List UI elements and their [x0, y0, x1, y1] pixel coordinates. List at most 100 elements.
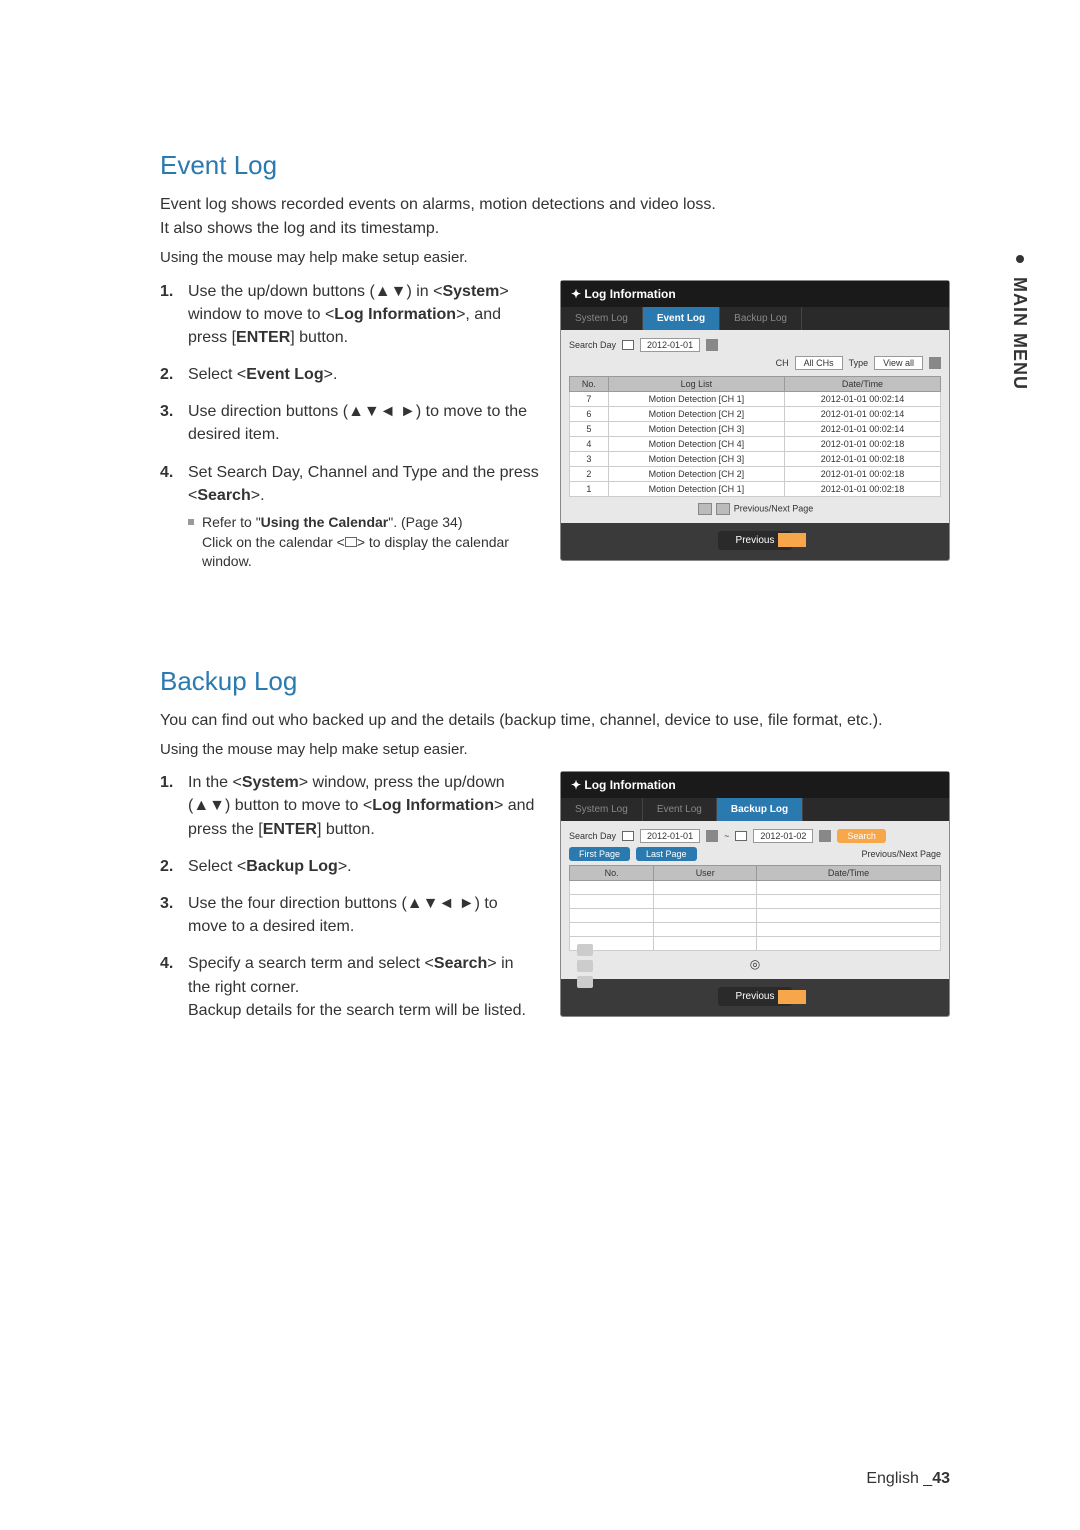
event-log-steps: 1. Use the up/down buttons (▲▼) in <Syst… — [160, 280, 540, 572]
type-label: Type — [849, 358, 869, 368]
step-text: Set Search Day, Channel and Type and the… — [188, 461, 540, 572]
backup-log-screenshot: ✦ Log Information System Log Event Log B… — [560, 771, 950, 1017]
list-item: 4. Set Search Day, Channel and Type and … — [160, 461, 540, 572]
calendar-icon[interactable] — [622, 831, 634, 841]
device-icon — [577, 944, 593, 956]
backup-log-table: No. User Date/Time — [569, 865, 941, 951]
pager-label: Previous/Next Page — [861, 849, 941, 859]
list-item: 1. Use the up/down buttons (▲▼) in <Syst… — [160, 280, 540, 350]
pager-label: Previous/Next Page — [734, 503, 814, 513]
window-title: ✦ Log Information — [561, 772, 949, 798]
tabs: System Log Event Log Backup Log — [561, 307, 949, 330]
step-text: Use direction buttons (▲▼◄ ►) to move to… — [188, 400, 540, 446]
event-log-hint: Using the mouse may help make setup easi… — [160, 247, 950, 270]
footer-lang: English — [866, 1470, 918, 1487]
table-row — [570, 937, 941, 951]
table-row — [570, 909, 941, 923]
tab-backup-log[interactable]: Backup Log — [720, 307, 802, 330]
tab-system-log[interactable]: System Log — [561, 798, 643, 821]
window-title: ✦ Log Information — [561, 281, 949, 307]
range-dash: ~ — [724, 831, 729, 841]
list-item: 2. Select <Backup Log>. — [160, 855, 540, 878]
step-num: 2. — [160, 363, 180, 386]
tab-event-log[interactable]: Event Log — [643, 798, 717, 821]
list-item: 3. Use direction buttons (▲▼◄ ►) to move… — [160, 400, 540, 446]
list-item: 3. Use the four direction buttons (▲▼◄ ►… — [160, 892, 540, 938]
target-indicator: ◎ — [569, 957, 941, 971]
step-text: Use the up/down buttons (▲▼) in <System>… — [188, 280, 540, 350]
step-num: 4. — [160, 952, 180, 1022]
stepper-icon[interactable] — [706, 830, 718, 842]
step-text: In the <System> window, press the up/dow… — [188, 771, 540, 841]
step-num: 2. — [160, 855, 180, 878]
table-row: 2Motion Detection [CH 2]2012-01-01 00:02… — [570, 466, 941, 481]
step-num: 3. — [160, 892, 180, 938]
col-no: No. — [570, 376, 609, 391]
step-text: Use the four direction buttons (▲▼◄ ►) t… — [188, 892, 540, 938]
last-page-button[interactable]: Last Page — [636, 847, 697, 861]
calendar-icon[interactable] — [735, 831, 747, 841]
page-number: 43 — [932, 1470, 950, 1487]
bullet-icon — [1016, 255, 1024, 263]
stepper-icon[interactable] — [929, 357, 941, 369]
step-num: 1. — [160, 771, 180, 841]
event-log-intro: Event log shows recorded events on alarm… — [160, 193, 950, 241]
table-row — [570, 881, 941, 895]
event-log-screenshot: ✦ Log Information System Log Event Log B… — [560, 280, 950, 561]
tab-backup-log[interactable]: Backup Log — [717, 798, 803, 821]
sub-bullet: Refer to "Using the Calendar". (Page 34)… — [188, 513, 540, 572]
calendar-icon[interactable] — [622, 340, 634, 350]
device-icon — [577, 960, 593, 972]
stepper-icon[interactable] — [819, 830, 831, 842]
step-num: 3. — [160, 400, 180, 446]
event-log-table: No. Log List Date/Time 7Motion Detection… — [569, 376, 941, 497]
list-item: 2. Select <Event Log>. — [160, 363, 540, 386]
ch-label: CH — [776, 358, 789, 368]
side-icons — [577, 944, 593, 988]
side-tab-label: MAIN MENU — [1010, 277, 1030, 390]
step-num: 4. — [160, 461, 180, 572]
pager: Previous/Next Page — [569, 503, 941, 515]
calendar-icon — [345, 537, 357, 547]
table-row: 7Motion Detection [CH 1]2012-01-01 00:02… — [570, 391, 941, 406]
list-item: 1. In the <System> window, press the up/… — [160, 771, 540, 841]
backup-log-title: Backup Log — [160, 666, 950, 697]
table-row: 1Motion Detection [CH 1]2012-01-01 00:02… — [570, 481, 941, 496]
tab-system-log[interactable]: System Log — [561, 307, 643, 330]
backup-log-intro: You can find out who backed up and the d… — [160, 709, 950, 733]
previous-button[interactable]: Previous — [718, 987, 793, 1006]
next-page-button[interactable] — [716, 503, 730, 515]
search-day-label: Search Day — [569, 831, 616, 841]
table-row: 3Motion Detection [CH 3]2012-01-01 00:02… — [570, 451, 941, 466]
col-datetime: Date/Time — [757, 866, 941, 881]
type-select[interactable]: View all — [874, 356, 923, 370]
col-user: User — [654, 866, 757, 881]
search-day-label: Search Day — [569, 340, 616, 350]
col-no: No. — [570, 866, 654, 881]
col-loglist: Log List — [608, 376, 784, 391]
step-text: Specify a search term and select <Search… — [188, 952, 540, 1022]
table-row: 6Motion Detection [CH 2]2012-01-01 00:02… — [570, 406, 941, 421]
table-row: 5Motion Detection [CH 3]2012-01-01 00:02… — [570, 421, 941, 436]
prev-page-button[interactable] — [698, 503, 712, 515]
footer-sep: _ — [923, 1470, 932, 1487]
search-button[interactable]: Search — [837, 829, 886, 843]
previous-button[interactable]: Previous — [718, 531, 793, 550]
table-row: 4Motion Detection [CH 4]2012-01-01 00:02… — [570, 436, 941, 451]
step-text: Select <Event Log>. — [188, 363, 337, 386]
ch-select[interactable]: All CHs — [795, 356, 843, 370]
date-from-field[interactable]: 2012-01-01 — [640, 829, 700, 843]
page-footer: English _43 — [866, 1470, 950, 1488]
backup-log-steps: 1. In the <System> window, press the up/… — [160, 771, 540, 1022]
stepper-icon[interactable] — [706, 339, 718, 351]
date-to-field[interactable]: 2012-01-02 — [753, 829, 813, 843]
side-tab: MAIN MENU — [1009, 255, 1030, 390]
list-item: 4. Specify a search term and select <Sea… — [160, 952, 540, 1022]
backup-log-hint: Using the mouse may help make setup easi… — [160, 739, 950, 762]
step-num: 1. — [160, 280, 180, 350]
tab-event-log[interactable]: Event Log — [643, 307, 720, 330]
date-field[interactable]: 2012-01-01 — [640, 338, 700, 352]
table-row — [570, 895, 941, 909]
first-page-button[interactable]: First Page — [569, 847, 630, 861]
table-row — [570, 923, 941, 937]
